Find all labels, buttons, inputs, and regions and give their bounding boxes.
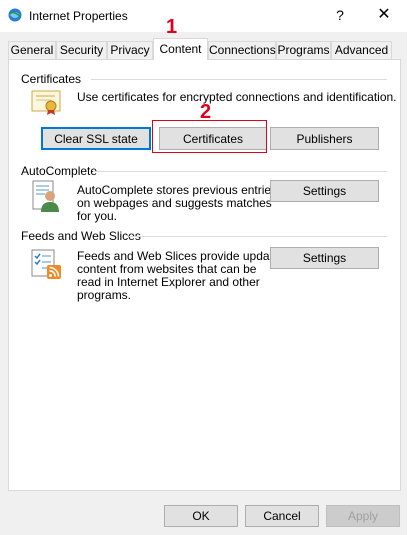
close-button[interactable]: ✕ [374, 5, 394, 25]
autocomplete-description-line-3: for you. [77, 209, 118, 223]
ok-button[interactable]: OK [164, 505, 238, 527]
certificates-highlight-box [152, 120, 267, 153]
help-button[interactable]: ? [330, 5, 350, 25]
cancel-button[interactable]: Cancel [245, 505, 319, 527]
feeds-divider [129, 236, 387, 237]
clear-ssl-state-button[interactable]: Clear SSL state [41, 127, 151, 150]
tab-connections[interactable]: Connections [208, 41, 276, 59]
tab-content[interactable]: Content [153, 38, 208, 60]
certificates-description: Use certificates for encrypted connectio… [77, 90, 397, 104]
tab-general[interactable]: General [8, 41, 56, 59]
window-title: Internet Properties [29, 9, 128, 23]
feeds-settings-button[interactable]: Settings [270, 247, 379, 269]
certificates-section-title: Certificates [21, 72, 82, 86]
feeds-section-title: Feeds and Web Slices [21, 229, 141, 243]
title-bar: Internet Properties ? ✕ [0, 0, 409, 32]
autocomplete-section-title: AutoComplete [21, 164, 98, 178]
feeds-description-line-4: programs. [77, 288, 132, 302]
tab-security[interactable]: Security [56, 41, 107, 59]
internet-explorer-icon [8, 8, 22, 22]
feeds-icon [31, 249, 61, 279]
apply-button: Apply [326, 505, 400, 527]
autocomplete-icon [32, 180, 59, 212]
autocomplete-divider [93, 171, 387, 172]
annotation-step-1: 1 [166, 16, 178, 38]
certificates-divider [91, 79, 387, 80]
tab-privacy[interactable]: Privacy [107, 41, 153, 59]
tab-programs[interactable]: Programs [276, 41, 331, 59]
autocomplete-settings-button[interactable]: Settings [270, 180, 379, 202]
publishers-button[interactable]: Publishers [270, 127, 379, 150]
certificate-icon [31, 90, 61, 115]
tab-advanced[interactable]: Advanced [331, 41, 392, 59]
